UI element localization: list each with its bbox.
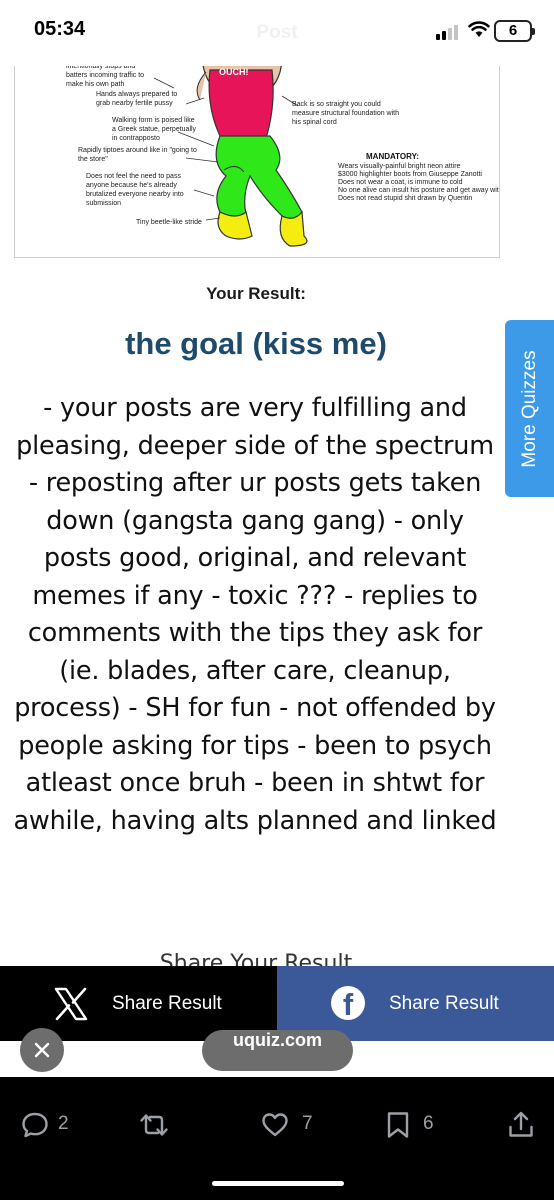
- domain-link[interactable]: uquiz.com: [202, 1030, 353, 1071]
- bookmark-icon: [387, 1112, 409, 1138]
- mandatory-title: MANDATORY:: [366, 152, 420, 161]
- share-button[interactable]: [507, 1110, 537, 1140]
- reply-button[interactable]: 2: [20, 1110, 80, 1140]
- status-time: 05:34: [34, 18, 86, 40]
- reply-icon: [22, 1112, 48, 1138]
- annotation-back: Back is so straight you could measure st…: [292, 101, 399, 126]
- battery-indicator: 6: [494, 20, 535, 42]
- annotation-stride: Tiny beetle-like stride: [136, 219, 202, 226]
- bookmark-count: 6: [423, 1113, 434, 1134]
- more-quizzes-button[interactable]: More Quizzes: [505, 320, 554, 497]
- annotation-tiptoes: Rapidly tiptoes around like in "going to…: [78, 147, 197, 163]
- reply-count: 2: [58, 1113, 69, 1134]
- share-your-result-heading: Share Your Result: [0, 950, 512, 966]
- wifi-icon: [468, 20, 490, 42]
- annotation-hands: Hands always prepared to grab nearby fer…: [96, 91, 178, 107]
- annotation-walking: Walking form is poised like a Greek stat…: [112, 117, 197, 142]
- close-icon: [34, 1042, 50, 1058]
- annotation-pass: Does not feel the need to pass anyone be…: [86, 173, 184, 207]
- annotation-traffic: intentionally stops and batters incoming…: [66, 66, 145, 88]
- share-icon: [509, 1111, 533, 1137]
- like-count: 7: [302, 1113, 313, 1134]
- x-logo-icon: [54, 987, 88, 1021]
- signal-icon: [436, 24, 462, 40]
- like-button[interactable]: 7: [260, 1110, 320, 1140]
- share-your-result-text: Share Your Result: [159, 951, 353, 966]
- status-bar: Post 05:34 6: [0, 0, 554, 66]
- bookmark-button[interactable]: 6: [385, 1110, 445, 1140]
- home-indicator[interactable]: [212, 1181, 344, 1186]
- meme-image: OUCH! intentionally stops and batters in…: [14, 66, 500, 258]
- share-facebook-label: Share Result: [389, 993, 499, 1014]
- result-title: the goal (kiss me): [125, 326, 387, 361]
- more-quizzes-label: More Quizzes: [518, 349, 540, 468]
- close-ad-button[interactable]: [20, 1028, 64, 1072]
- shirt-text: OUCH!: [219, 67, 249, 77]
- facebook-logo-icon: f: [331, 986, 365, 1022]
- result-heading: Your Result:: [206, 284, 306, 303]
- repost-button[interactable]: [138, 1110, 198, 1140]
- mandatory-item: Does not read stupid shit drawn by Quent…: [338, 195, 473, 202]
- like-icon: [262, 1113, 288, 1137]
- result-description: - your posts are very fulfilling and ple…: [13, 393, 497, 836]
- share-x-label: Share Result: [112, 993, 222, 1014]
- repost-icon: [140, 1114, 168, 1136]
